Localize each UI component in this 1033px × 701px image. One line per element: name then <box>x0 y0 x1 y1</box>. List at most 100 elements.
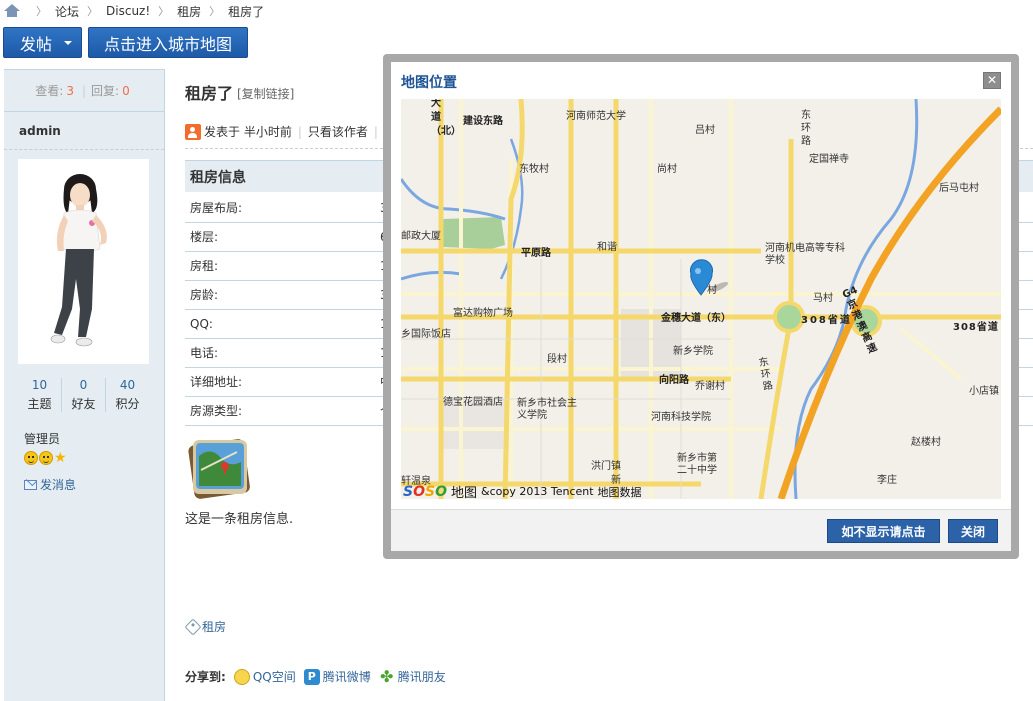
map-label: 尚村 <box>657 164 677 175</box>
author-name[interactable]: admin <box>4 112 164 150</box>
user-group[interactable]: 管理员 <box>24 430 60 447</box>
envelope-icon <box>24 479 37 490</box>
logo-letter: S <box>403 483 414 500</box>
views-label: 查看: <box>35 84 64 98</box>
views-count: 3 <box>66 83 74 98</box>
map-label: 赵楼村 <box>911 437 941 448</box>
dialog-title: 地图位置 <box>401 75 457 91</box>
stat-value: 40 <box>119 378 136 392</box>
stat-threads[interactable]: 10 主题 <box>18 378 62 412</box>
replies-label: 回复: <box>91 84 120 98</box>
user-stats: 10 主题 0 好友 40 积分 <box>18 378 149 412</box>
map-label: 乡国际饭店 <box>401 329 451 340</box>
replies-count: 0 <box>122 83 130 98</box>
map-label: 新乡市第二十中学 <box>677 453 717 476</box>
clover-icon: ✤ <box>380 666 394 686</box>
share-pengyou[interactable]: ✤ 腾讯朋友 <box>379 668 446 685</box>
map-label: 东牧村 <box>519 164 549 175</box>
stat-friends[interactable]: 0 好友 <box>62 378 106 412</box>
map-label: 向阳路 <box>659 375 689 386</box>
copy-link[interactable]: [复制链接] <box>237 85 294 102</box>
rank-stars: ★ <box>24 451 68 465</box>
info-key: 房租: <box>185 251 375 281</box>
map-label: 金穗大道（东） <box>661 313 731 324</box>
soso-logo: SOSO <box>403 484 447 500</box>
map-attribution: SOSO 地图 &copy 2013 Tencent 地图数据 <box>403 482 642 500</box>
stat-label: 主题 <box>27 397 52 411</box>
close-icon[interactable]: ✕ <box>983 72 1001 89</box>
stat-points[interactable]: 40 积分 <box>106 378 149 412</box>
chevron-right-icon: 〉 <box>209 5 221 18</box>
map-label: 乔谢村 <box>695 381 725 392</box>
map-label: 河南师范大学 <box>566 111 626 122</box>
post-meta: 发表于 半小时前 | 只看该作者 | <box>185 123 384 140</box>
map-thumbnail[interactable] <box>187 436 252 501</box>
post-button-label: 发帖 <box>20 34 53 54</box>
share-weibo[interactable]: P 腾讯微博 <box>303 668 371 685</box>
map-label: 308省道 <box>953 322 999 333</box>
map-label: 新乡学院 <box>673 346 713 357</box>
map-label: 308省道 <box>801 315 852 326</box>
stat-value: 10 <box>31 378 48 392</box>
map-label: 定国禅寺 <box>809 154 849 165</box>
thread-stats: 查看: 3 | 回复: 0 <box>4 70 164 112</box>
share-label: 分享到: <box>185 670 226 684</box>
share-weibo-label: 腾讯微博 <box>322 670 371 684</box>
post-button[interactable]: 发帖 <box>3 27 82 58</box>
divider: | <box>373 124 378 139</box>
map-label: 河南科技学院 <box>651 412 711 423</box>
post-body: 这是一条租房信息. <box>185 512 294 527</box>
breadcrumb-forum[interactable]: 论坛 <box>55 3 79 20</box>
share-qzone[interactable]: QQ空间 <box>233 668 296 685</box>
logo-letter: S <box>425 483 436 500</box>
map-label: 洪门镇 <box>591 461 621 472</box>
map-label: 平原路 <box>521 248 551 259</box>
chevron-right-icon: 〉 <box>87 5 99 18</box>
post-tags: 租房 <box>184 618 226 635</box>
breadcrumb-current[interactable]: 租房了 <box>228 3 264 20</box>
post-time: 发表于 半小时前 <box>204 125 292 139</box>
chevron-down-icon <box>64 40 73 45</box>
author-only-link[interactable]: 只看该作者 <box>308 123 368 140</box>
divider: | <box>297 124 302 139</box>
breadcrumb-discuz[interactable]: Discuz! <box>106 4 150 18</box>
map-data-link[interactable]: 地图数据 <box>598 484 642 500</box>
divider: | <box>81 83 87 98</box>
stat-label: 积分 <box>115 397 140 411</box>
map-label: 建设东路 <box>463 116 503 127</box>
map-view[interactable]: 大道（北） 建设东路 河南师范大学 吕村 东环路 定国禅寺 东牧村 尚村 后马屯… <box>401 99 1001 499</box>
tag-icon <box>184 618 202 635</box>
map-label: 新乡市社会主义学院 <box>517 398 577 421</box>
tag-link[interactable]: 租房 <box>202 618 226 635</box>
info-key: 详细地址: <box>185 367 375 397</box>
close-button[interactable]: 关闭 <box>948 519 998 543</box>
qzone-icon <box>233 668 250 685</box>
info-key: 电话: <box>185 338 375 368</box>
post-title: 租房了 <box>185 84 234 103</box>
send-message-label: 发消息 <box>40 478 77 492</box>
map-label: 马村 <box>813 293 833 304</box>
user-icon <box>185 123 201 140</box>
sun-icon <box>39 451 53 465</box>
map-label: 大道（北） <box>431 99 461 137</box>
share-pengyou-label: 腾讯朋友 <box>397 670 446 684</box>
stat-label: 好友 <box>71 397 96 411</box>
city-map-button[interactable]: 点击进入城市地图 <box>88 27 248 58</box>
info-key: 房龄: <box>185 280 375 310</box>
chevron-right-icon: 〉 <box>36 5 47 18</box>
info-key: 房源类型: <box>185 396 375 426</box>
home-icon[interactable] <box>4 4 20 18</box>
map-label: 和谐 <box>597 242 617 253</box>
map-label: 小店镇 <box>969 386 999 397</box>
map-label: 邮政大厦 <box>401 231 441 242</box>
breadcrumb: 〉 论坛 〉 Discuz! 〉 租房 〉 租房了 <box>4 0 264 22</box>
share-qzone-label: QQ空间 <box>252 670 296 684</box>
breadcrumb-rent[interactable]: 租房 <box>177 3 201 20</box>
avatar[interactable] <box>18 159 149 364</box>
weibo-icon: P <box>303 668 320 685</box>
stat-value: 0 <box>79 378 88 392</box>
info-key: 楼层: <box>185 222 375 252</box>
not-showing-button[interactable]: 如不显示请点击 <box>827 519 940 543</box>
share-bar: 分享到: QQ空间 P 腾讯微博 ✤ 腾讯朋友 <box>185 668 446 685</box>
send-message-link[interactable]: 发消息 <box>24 476 76 493</box>
